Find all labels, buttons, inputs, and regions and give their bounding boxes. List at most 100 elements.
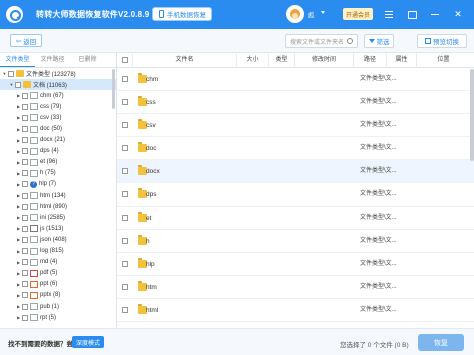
row-checkbox[interactable] [122, 283, 128, 290]
tab-file-path[interactable]: 文件路径 [35, 53, 70, 67]
tree-item[interactable]: ▶ css (79) [0, 101, 116, 112]
table-row[interactable]: docx 文件类型\文... [117, 160, 474, 184]
tree-checkbox[interactable] [22, 92, 28, 99]
tree-checkbox[interactable] [22, 281, 28, 288]
search-icon[interactable] [347, 38, 353, 44]
tree-checkbox[interactable] [22, 270, 28, 277]
tree-item[interactable]: ▶ html (890) [0, 201, 116, 212]
menu-icon[interactable] [384, 9, 394, 19]
select-all-checkbox[interactable] [122, 57, 128, 63]
tree-item[interactable]: ▶ docx (21) [0, 135, 116, 146]
row-checkbox[interactable] [122, 237, 128, 244]
username[interactable]: 彪 [308, 9, 315, 19]
tree-checkbox[interactable] [22, 126, 28, 133]
col-type[interactable]: 类型 [269, 53, 295, 68]
expand-right-icon[interactable]: ▶ [16, 104, 21, 109]
chevron-down-icon[interactable] [321, 11, 325, 14]
row-checkbox[interactable] [122, 145, 128, 152]
table-row[interactable]: htm 文件类型\文... [117, 276, 474, 299]
filter-button[interactable]: 筛选 [364, 34, 394, 48]
expand-right-icon[interactable]: ▶ [16, 149, 21, 154]
expand-right-icon[interactable]: ▶ [16, 304, 21, 309]
minimize-icon[interactable] [430, 9, 440, 19]
expand-right-icon[interactable]: ▶ [16, 293, 21, 298]
tree-item[interactable]: ▶ pptx (8) [0, 290, 116, 301]
tree-item[interactable]: ▶? hlp (7) [0, 179, 116, 190]
expand-down-icon[interactable]: ▼ [9, 82, 14, 87]
row-checkbox[interactable] [122, 168, 128, 175]
expand-right-icon[interactable]: ▶ [16, 193, 21, 198]
row-checkbox[interactable] [122, 191, 128, 198]
tree-checkbox[interactable] [22, 181, 28, 188]
avatar[interactable] [286, 5, 304, 23]
tree-item[interactable]: ▶ doc (50) [0, 123, 116, 134]
tree-checkbox[interactable] [15, 81, 21, 88]
row-checkbox[interactable] [122, 260, 128, 267]
tree-item[interactable]: ▶ ppt (6) [0, 279, 116, 290]
tree-item[interactable]: ▶ rpt (5) [0, 312, 116, 323]
restore-icon[interactable] [407, 9, 417, 19]
col-name[interactable]: 文件名 [133, 53, 237, 68]
tree-item[interactable]: ▶ chm (67) [0, 90, 116, 101]
expand-right-icon[interactable]: ▶ [16, 160, 21, 165]
expand-right-icon[interactable]: ▶ [16, 215, 21, 220]
expand-right-icon[interactable]: ▶ [16, 93, 21, 98]
tree-checkbox[interactable] [22, 192, 28, 199]
tree-checkbox[interactable] [22, 114, 28, 121]
back-button[interactable]: ⇦ 返回 [10, 34, 42, 47]
tree-checkbox[interactable] [22, 170, 28, 177]
table-scrollbar[interactable] [470, 69, 474, 161]
expand-right-icon[interactable]: ▶ [16, 182, 21, 187]
deep-scan-button[interactable]: 深度模式 [72, 336, 104, 348]
tab-deleted[interactable]: 已删除 [70, 53, 105, 67]
expand-right-icon[interactable]: ▶ [16, 115, 21, 120]
row-checkbox[interactable] [122, 214, 128, 221]
expand-right-icon[interactable]: ▶ [16, 282, 21, 287]
close-icon[interactable]: ✕ [453, 9, 463, 19]
row-checkbox[interactable] [122, 76, 128, 82]
expand-right-icon[interactable]: ▶ [16, 138, 21, 143]
table-row[interactable]: chm 文件类型\文... [117, 68, 474, 92]
expand-right-icon[interactable]: ▶ [16, 249, 21, 254]
col-path[interactable]: 路径 [354, 53, 387, 68]
table-row[interactable]: et 文件类型\文... [117, 207, 474, 230]
recover-button[interactable]: 恢复 [418, 334, 464, 351]
table-row[interactable]: html 文件类型\文... [117, 299, 474, 323]
table-row[interactable]: doc 文件类型\文... [117, 137, 474, 161]
tree-item[interactable]: ▶ htm (134) [0, 190, 116, 201]
table-row[interactable]: hlp 文件类型\文... [117, 253, 474, 276]
tree-checkbox[interactable] [22, 137, 28, 144]
expand-right-icon[interactable]: ▶ [16, 204, 21, 209]
tree-item[interactable]: ▶ log (815) [0, 246, 116, 257]
row-checkbox[interactable] [122, 306, 128, 313]
tree-checkbox[interactable] [22, 103, 28, 110]
search-input[interactable]: 搜索文件或文件夹名 [285, 34, 358, 48]
expand-right-icon[interactable]: ▶ [16, 271, 21, 276]
tree-checkbox[interactable] [22, 292, 28, 299]
tree-checkbox[interactable] [22, 203, 28, 210]
expand-right-icon[interactable]: ▶ [16, 315, 21, 320]
tree-item[interactable]: ▼ 文件类型 (123278) [0, 68, 116, 79]
tree-item[interactable]: ▶ ini (2585) [0, 212, 116, 223]
tree-item[interactable]: ▶ json (408) [0, 234, 116, 245]
tree-checkbox[interactable] [22, 248, 28, 255]
tree-item[interactable]: ▶ pdf (5) [0, 268, 116, 279]
tree-item[interactable]: ▶ pub (1) [0, 301, 116, 312]
expand-down-icon[interactable]: ▼ [2, 71, 7, 76]
tree-item[interactable]: ▶ h (75) [0, 168, 116, 179]
tree-item[interactable]: ▼ 文档 (11063) [0, 79, 116, 91]
left-scrollbar[interactable] [112, 69, 115, 109]
expand-right-icon[interactable]: ▶ [16, 260, 21, 265]
tree-checkbox[interactable] [22, 225, 28, 232]
table-row[interactable]: h 文件类型\文... [117, 230, 474, 253]
tree-checkbox[interactable] [22, 314, 28, 321]
col-attributes[interactable]: 属性 [387, 53, 417, 68]
table-row[interactable]: dps 文件类型\文... [117, 183, 474, 207]
view-switch-button[interactable]: 预览切换 [417, 34, 467, 48]
tree-item[interactable]: ▶ md (4) [0, 257, 116, 268]
tree-checkbox[interactable] [22, 159, 28, 166]
col-location[interactable]: 位置 [417, 53, 470, 68]
tree-item[interactable]: ▶ et (96) [0, 157, 116, 168]
phone-recovery-button[interactable]: 手机数据恢复 [152, 7, 212, 21]
tree-checkbox[interactable] [8, 70, 14, 77]
